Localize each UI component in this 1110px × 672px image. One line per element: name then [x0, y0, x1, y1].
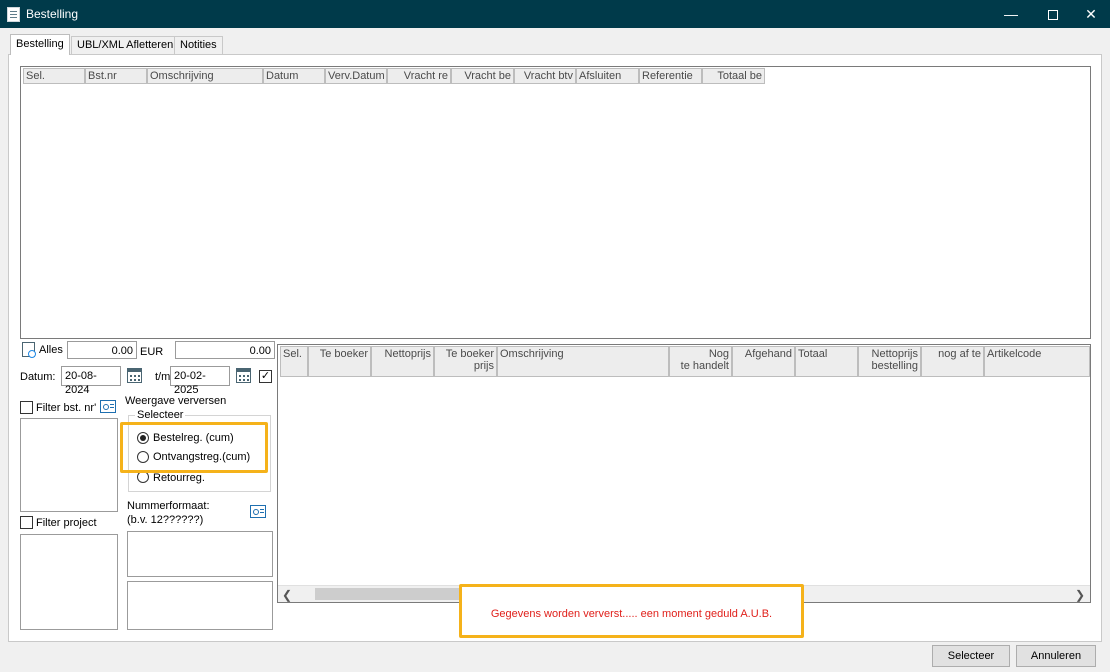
col-header-nettoprijs[interactable]: Nettoprijs [371, 346, 434, 377]
annuleren-button[interactable]: Annuleren [1016, 645, 1096, 667]
close-button[interactable]: ✕ [1072, 0, 1110, 28]
app-icon [7, 7, 20, 22]
nummerformaat-label: Nummerformaat: [127, 500, 210, 512]
import-list-icon[interactable] [100, 400, 116, 413]
weergave-verversen-label[interactable]: Weergave verversen [125, 395, 226, 407]
col-header-nog-af-te[interactable]: nog af te [921, 346, 984, 377]
filter-project-checkbox[interactable] [20, 516, 33, 529]
tm-label: t/m [155, 371, 171, 383]
col-header-vracht-be[interactable]: Vracht be [451, 68, 514, 84]
scroll-right-icon[interactable]: ❯ [1075, 588, 1085, 602]
datum-label: Datum: [20, 371, 56, 383]
tab-notities[interactable]: Notities [174, 36, 223, 54]
selecteer-group-label: Selecteer [135, 409, 186, 421]
alles-label[interactable]: Alles [39, 344, 63, 356]
col-header-afgehandeld[interactable]: Afgehand [732, 346, 795, 377]
tab-ubl-xml-afletteren[interactable]: UBL/XML Afletteren [71, 36, 180, 54]
col-header-artikelcode[interactable]: Artikelcode [984, 346, 1090, 377]
col-header-te-boeken-prijs[interactable]: Te boeker prijs [434, 346, 497, 377]
col-header-vracht-re[interactable]: Vracht re [387, 68, 451, 84]
selecteer-button[interactable]: Selecteer [932, 645, 1010, 667]
col-header-line-sel[interactable]: Sel. [280, 346, 308, 377]
nummerformaat-hint: (b.v. 12??????) [127, 514, 204, 526]
title-bar: Bestelling — ✕ [0, 0, 1110, 28]
col-header-referentie[interactable]: Referentie [639, 68, 702, 84]
checkmark-icon: ✓ [260, 370, 271, 382]
col-header-vracht-btw[interactable]: Vracht btv [514, 68, 576, 84]
radio-retourreg-label[interactable]: Retourreg. [153, 472, 205, 484]
window-title: Bestelling [26, 7, 79, 21]
calendar-to-icon[interactable] [236, 368, 251, 383]
col-header-afsluiten[interactable]: Afsluiten [576, 68, 639, 84]
col-header-line-omschrijving[interactable]: Omschrijving [497, 346, 669, 377]
minimize-icon: — [1004, 6, 1018, 22]
filter-project-list[interactable] [20, 534, 118, 630]
filter-bst-label[interactable]: Filter bst. nr' [36, 402, 96, 414]
filter-bst-checkbox[interactable] [20, 401, 33, 414]
col-header-bst-nr[interactable]: Bst.nr [85, 68, 147, 84]
currency-amount-input[interactable]: 0.00 [175, 341, 275, 359]
col-header-nog-te-handelen[interactable]: Nog te handelt [669, 346, 732, 377]
col-header-datum[interactable]: Datum [263, 68, 325, 84]
maximize-button[interactable] [1030, 0, 1076, 28]
calendar-from-icon[interactable] [127, 368, 142, 383]
col-header-omschrijving[interactable]: Omschrijving [147, 68, 263, 84]
col-header-te-boeken[interactable]: Te boeker [308, 346, 371, 377]
order-lines-grid[interactable]: Sel. Te boeker Nettoprijs Te boeker prijs… [277, 344, 1091, 603]
col-header-verv-datum[interactable]: Verv.Datum [325, 68, 387, 84]
date-from-input[interactable]: 20-08-2024 [61, 366, 121, 396]
col-header-totaal[interactable]: Totaal [795, 346, 858, 377]
scroll-left-icon[interactable]: ❮ [282, 588, 292, 602]
filter-bst-list[interactable] [20, 418, 118, 512]
amount-input[interactable]: 0.00 [67, 341, 137, 359]
date-range-checkbox[interactable]: ✓ [259, 370, 272, 383]
currency-label: EUR [140, 346, 164, 358]
search-icon [28, 350, 36, 358]
nummerformaat-list[interactable] [127, 581, 273, 630]
col-header-sel[interactable]: Sel. [23, 68, 85, 84]
col-header-totaal-be[interactable]: Totaal be [702, 68, 765, 84]
close-icon: ✕ [1085, 6, 1097, 22]
tab-bestelling[interactable]: Bestelling [10, 34, 70, 55]
highlight-radio-options [120, 422, 268, 473]
filter-project-label[interactable]: Filter project [36, 517, 97, 529]
maximize-icon [1048, 10, 1058, 21]
col-header-nettoprijs-bestelling[interactable]: Nettoprijs bestelling [858, 346, 921, 377]
import-format-icon[interactable] [250, 505, 266, 518]
highlight-status [459, 584, 804, 638]
minimize-button[interactable]: — [988, 0, 1034, 28]
nummerformaat-input[interactable] [127, 531, 273, 577]
orders-grid[interactable]: Sel. Bst.nr Omschrijving Datum Verv.Datu… [20, 66, 1091, 339]
date-to-input[interactable]: 20-02-2025 [170, 366, 230, 396]
